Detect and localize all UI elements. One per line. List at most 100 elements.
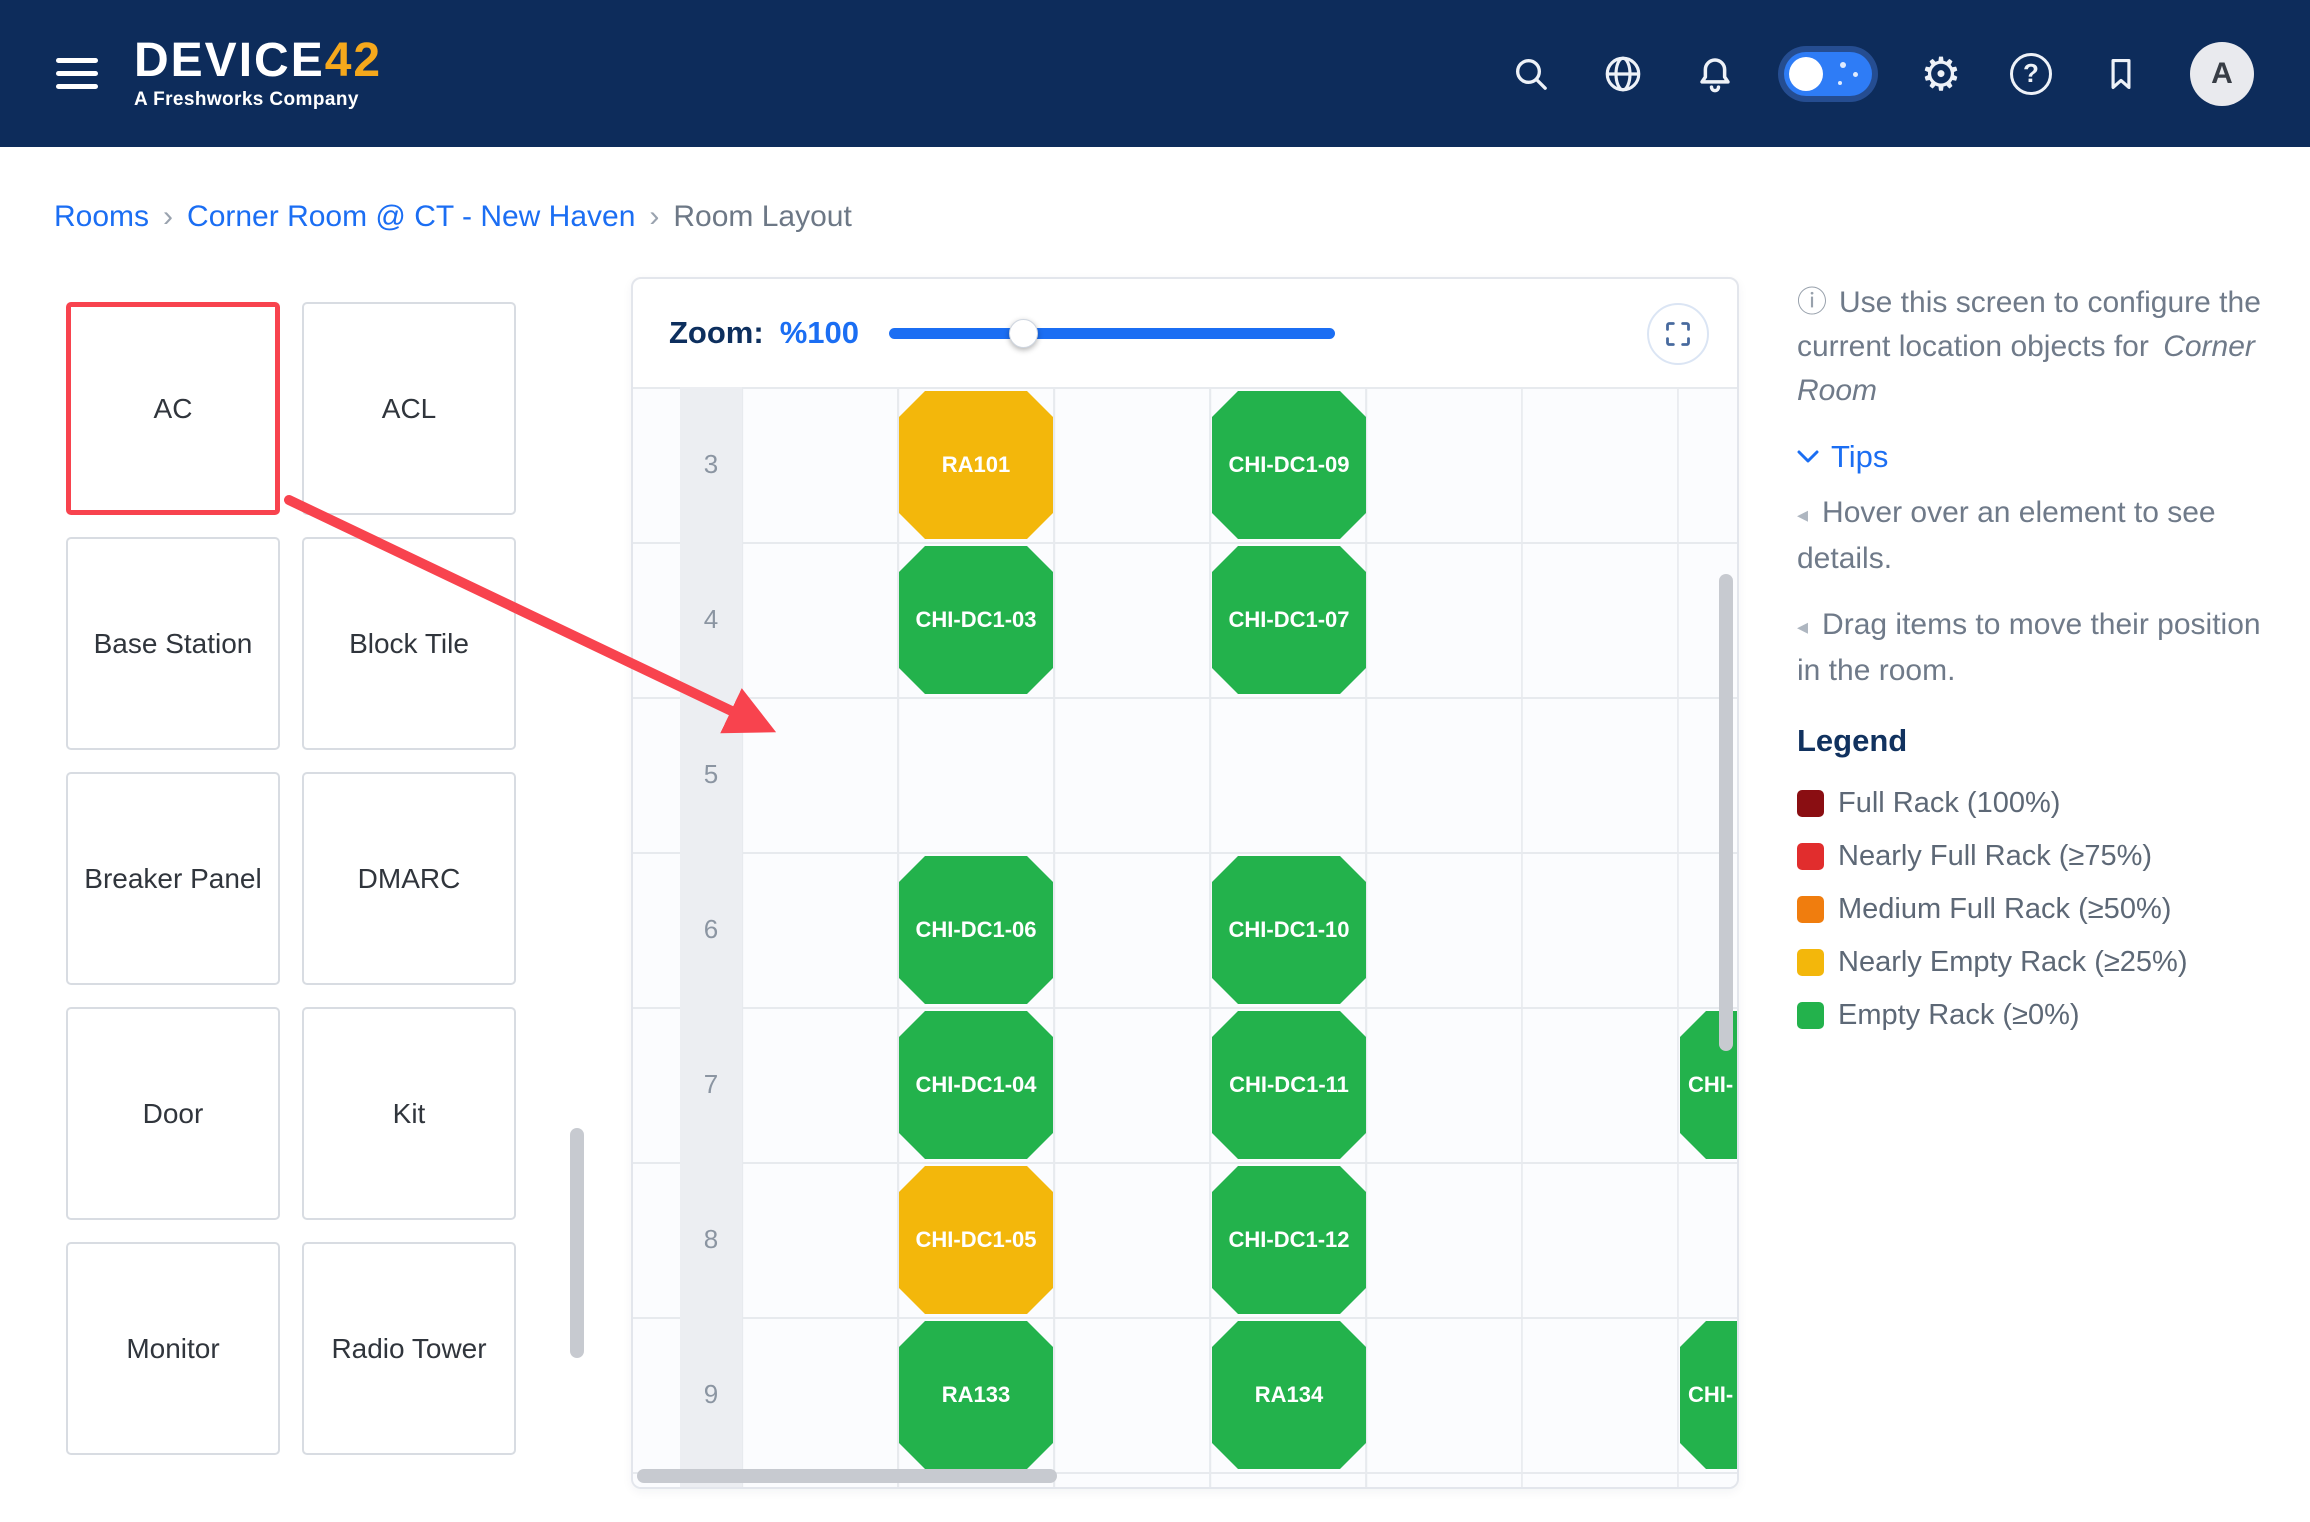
help-icon[interactable] [2010, 53, 2052, 95]
palette-scrollbar[interactable] [570, 1128, 584, 1358]
palette-item-door[interactable]: Door [66, 1007, 280, 1220]
rack-chi-dc1-04[interactable]: CHI-DC1-04 [899, 1011, 1053, 1159]
palette-item-acl[interactable]: ACL [302, 302, 516, 515]
zoom-slider-thumb[interactable] [1009, 319, 1038, 348]
chevron-down-icon [1797, 450, 1819, 464]
palette-item-label: AC [154, 393, 193, 425]
tip-text: Hover over an element to see details. [1797, 496, 2216, 575]
legend-list: Full Rack (100%)Nearly Full Rack (≥75%)M… [1797, 777, 2283, 1042]
legend-swatch [1797, 949, 1824, 976]
legend-swatch [1797, 790, 1824, 817]
palette-item-dmarc[interactable]: DMARC [302, 772, 516, 985]
palette-item-radio-tower[interactable]: Radio Tower [302, 1242, 516, 1455]
rack-label: CHI-DC1-11 [1229, 1072, 1349, 1098]
legend-label: Nearly Full Rack (≥75%) [1838, 840, 2152, 873]
breadcrumb-link[interactable]: Rooms [54, 200, 149, 234]
canvas-vertical-scrollbar[interactable] [1719, 574, 1733, 1051]
zoom-slider[interactable] [889, 328, 1335, 339]
palette-item-kit[interactable]: Kit [302, 1007, 516, 1220]
breadcrumb: Rooms›Corner Room @ CT - New Haven›Room … [54, 200, 852, 234]
rack-chi-dc1-05[interactable]: CHI-DC1-05 [899, 1166, 1053, 1314]
rack-chi-dc1-07[interactable]: CHI-DC1-07 [1212, 546, 1366, 694]
palette-item-block-tile[interactable]: Block Tile [302, 537, 516, 750]
bookmark-icon[interactable] [2098, 51, 2144, 97]
rack-label: CHI-DC1-06 [915, 917, 1036, 943]
legend-swatch [1797, 896, 1824, 923]
breadcrumb-separator: › [649, 200, 659, 234]
legend-title: Legend [1797, 723, 2283, 759]
palette-item-label: ACL [382, 393, 436, 425]
theme-toggle[interactable] [1784, 52, 1872, 96]
rack-chi-dc1-03[interactable]: CHI-DC1-03 [899, 546, 1053, 694]
palette-item-label: Base Station [94, 628, 253, 660]
rack-label: CHI-DC1-05 [915, 1227, 1036, 1253]
tips-toggle[interactable]: Tips [1797, 439, 2283, 475]
tip-item: ◂Drag items to move their position in th… [1797, 603, 2283, 693]
rack-label: CHI-DC1-12 [1228, 1227, 1349, 1253]
canvas-header: Zoom: %100 [633, 279, 1737, 387]
legend-label: Nearly Empty Rack (≥25%) [1838, 946, 2188, 979]
toggle-knob [1789, 57, 1823, 91]
rack-label: CHI-DC1-07 [1228, 607, 1349, 633]
legend-swatch [1797, 1002, 1824, 1029]
palette-item-label: Kit [393, 1098, 426, 1130]
menu-icon[interactable] [56, 58, 98, 89]
racks-layer: RA101 CHI-DC1-09 CHI-DC1-03 CHI-DC1-07 CHI-D… [633, 387, 1737, 1487]
palette-item-base-station[interactable]: Base Station [66, 537, 280, 750]
legend-item: Empty Rack (≥0%) [1797, 989, 2283, 1042]
rack-chi-partial[interactable]: CHI- [1680, 1321, 1739, 1469]
canvas-horizontal-scrollbar[interactable] [637, 1469, 1057, 1483]
rack-chi-dc1-10[interactable]: CHI-DC1-10 [1212, 856, 1366, 1004]
tips-label: Tips [1831, 439, 1888, 475]
rack-label: CHI- [1688, 1072, 1733, 1098]
info-icon: ⓘ [1797, 286, 1827, 319]
palette-item-label: Radio Tower [331, 1333, 486, 1365]
rack-label: CHI-DC1-04 [915, 1072, 1036, 1098]
rack-ra101[interactable]: RA101 [899, 391, 1053, 539]
search-icon[interactable] [1508, 51, 1554, 97]
rack-label: RA133 [942, 1382, 1010, 1408]
rack-chi-dc1-11[interactable]: CHI-DC1-11 [1212, 1011, 1366, 1159]
page: DEVICE42 A Freshworks Company [0, 0, 2310, 1522]
zoom-value: %100 [780, 315, 859, 351]
legend-item: Nearly Full Rack (≥75%) [1797, 830, 2283, 883]
rack-chi-dc1-09[interactable]: CHI-DC1-09 [1212, 391, 1366, 539]
palette-item-monitor[interactable]: Monitor [66, 1242, 280, 1455]
navbar-left: DEVICE42 A Freshworks Company [56, 37, 382, 111]
tip-text: Drag items to move their position in the… [1797, 608, 2261, 687]
logo-subtitle: A Freshworks Company [134, 89, 382, 111]
palette-item-label: DMARC [358, 863, 461, 895]
room-layout-canvas: Zoom: %100 3456789 RA101CHI-DC1-09CHI-DC… [631, 277, 1739, 1489]
rack-label: RA134 [1255, 1382, 1323, 1408]
rack-label: CHI-DC1-09 [1228, 452, 1349, 478]
rack-label: CHI-DC1-03 [915, 607, 1036, 633]
legend-item: Medium Full Rack (≥50%) [1797, 883, 2283, 936]
palette-item-label: Door [143, 1098, 204, 1130]
legend-swatch [1797, 843, 1824, 870]
notifications-icon[interactable] [1692, 51, 1738, 97]
rack-ra134[interactable]: RA134 [1212, 1321, 1366, 1469]
fullscreen-button[interactable] [1647, 303, 1709, 365]
rack-label: CHI- [1688, 1382, 1733, 1408]
palette-item-label: Breaker Panel [84, 863, 261, 895]
zoom-label: Zoom: [669, 315, 764, 351]
settings-icon[interactable] [1918, 51, 1964, 97]
fullscreen-icon [1664, 320, 1692, 348]
globe-icon[interactable] [1600, 51, 1646, 97]
breadcrumb-link[interactable]: Corner Room @ CT - New Haven [187, 200, 635, 234]
legend-label: Medium Full Rack (≥50%) [1838, 893, 2171, 926]
palette-item-breaker-panel[interactable]: Breaker Panel [66, 772, 280, 985]
breadcrumb-current: Room Layout [673, 200, 851, 234]
room-grid[interactable]: 3456789 RA101CHI-DC1-09CHI-DC1-03CHI-DC1… [633, 387, 1737, 1487]
rack-chi-dc1-12[interactable]: CHI-DC1-12 [1212, 1166, 1366, 1314]
tip-bullet-icon: ◂ [1797, 614, 1808, 639]
top-navbar: DEVICE42 A Freshworks Company [0, 0, 2310, 147]
avatar[interactable]: A [2190, 42, 2254, 106]
tip-bullet-icon: ◂ [1797, 502, 1808, 527]
logo[interactable]: DEVICE42 A Freshworks Company [134, 37, 382, 111]
palette-item-ac[interactable]: AC [66, 302, 280, 515]
palette-grid: AC ACL Base Station Block Tile Breaker Panel… [66, 302, 516, 1455]
rack-label: RA101 [942, 452, 1010, 478]
rack-chi-dc1-06[interactable]: CHI-DC1-06 [899, 856, 1053, 1004]
rack-ra133[interactable]: RA133 [899, 1321, 1053, 1469]
